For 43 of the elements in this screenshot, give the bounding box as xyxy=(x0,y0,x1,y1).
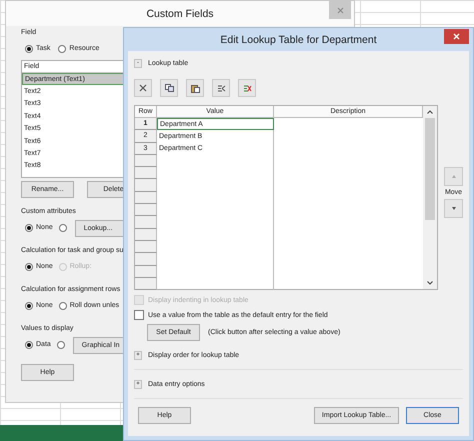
radio-button[interactable] xyxy=(25,224,33,232)
copy-icon xyxy=(164,84,174,92)
toolbar-button[interactable] xyxy=(160,79,178,97)
row-header[interactable] xyxy=(135,278,157,290)
close-button[interactable] xyxy=(444,29,469,44)
checkbox[interactable] xyxy=(134,310,144,320)
radio-button[interactable] xyxy=(25,45,33,53)
row-header[interactable] xyxy=(135,266,157,278)
radio-button[interactable] xyxy=(25,302,33,310)
radio-button[interactable] xyxy=(25,341,33,349)
row-header[interactable] xyxy=(135,179,157,192)
radio-button[interactable] xyxy=(58,224,67,232)
cut-icon xyxy=(139,84,147,92)
toolbar-button[interactable] xyxy=(134,79,152,97)
delete-row-icon xyxy=(242,84,252,92)
row-header[interactable] xyxy=(135,154,157,168)
row-header[interactable] xyxy=(135,216,157,229)
window-title: Custom Fields xyxy=(146,8,214,20)
move-down-button[interactable] xyxy=(444,199,463,218)
scroll-up-icon xyxy=(427,110,433,114)
toolbar-button[interactable] xyxy=(238,79,256,97)
row-header[interactable] xyxy=(135,253,157,266)
row-header[interactable] xyxy=(135,228,157,241)
toolbar-button[interactable] xyxy=(186,79,204,97)
down-arrow-icon xyxy=(452,207,456,210)
window-title: Edit Lookup Table for Department xyxy=(220,34,377,46)
radio-button[interactable] xyxy=(58,302,67,310)
insert-row-icon xyxy=(216,84,226,92)
close-icon xyxy=(453,33,460,40)
paste-icon xyxy=(190,84,200,92)
move-up-button[interactable] xyxy=(444,167,463,186)
radio-button[interactable] xyxy=(25,263,33,271)
radio-button[interactable] xyxy=(56,341,65,349)
row-header[interactable] xyxy=(135,167,157,180)
scroll-down-icon xyxy=(427,281,433,285)
scrollbar[interactable] xyxy=(423,106,437,289)
radio-button[interactable] xyxy=(58,45,66,53)
up-arrow-icon xyxy=(452,175,456,178)
row-header[interactable] xyxy=(135,192,157,204)
close-icon xyxy=(336,6,344,14)
row-header[interactable] xyxy=(135,240,157,254)
toolbar-button[interactable] xyxy=(212,79,230,97)
row-header[interactable] xyxy=(135,204,157,216)
